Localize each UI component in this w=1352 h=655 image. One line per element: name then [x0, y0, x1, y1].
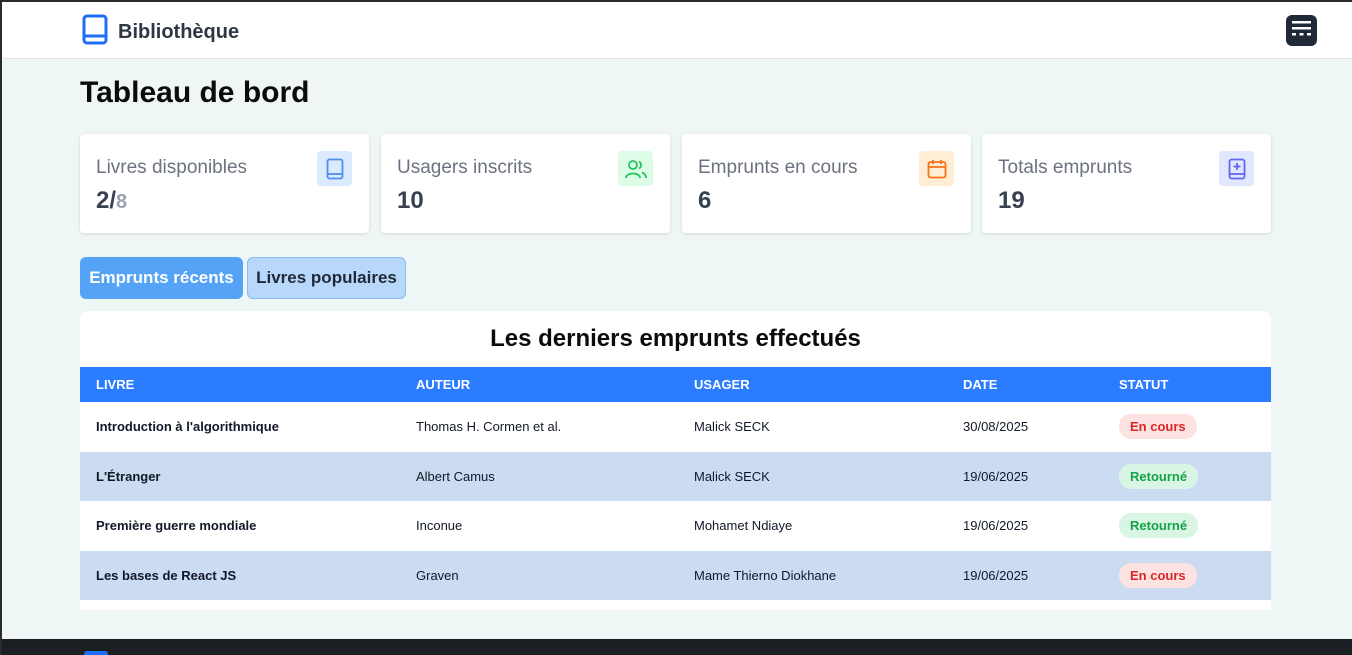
cell-author: Albert Camus [416, 468, 495, 484]
book-icon [84, 651, 108, 655]
cell-user: Malick SECK [694, 468, 770, 484]
stat-card-available-books: Livres disponibles 2/8 [80, 134, 369, 233]
status-badge: En cours [1119, 562, 1197, 588]
brand-title: Bibliothèque [118, 20, 240, 43]
table-header-row: LIVRE AUTEUR USAGER DATE STATUT [80, 367, 1271, 402]
cell-author: Graven [416, 567, 459, 583]
stat-label: Emprunts en cours [698, 157, 858, 178]
tab-recent-loans[interactable]: Emprunts récents [80, 257, 243, 299]
cell-status: En cours [1103, 551, 1271, 601]
status-badge: En cours [1119, 414, 1197, 440]
stat-card-ongoing-loans: Emprunts en cours 6 [682, 134, 971, 233]
cell-status: Retourné [1103, 501, 1271, 551]
cell-book: L'Étranger [96, 468, 161, 484]
calendar-icon [919, 151, 954, 186]
cell-status: En cours [1103, 402, 1271, 452]
cell-user: Mame Thierno Diokhane [694, 567, 837, 583]
users-icon [618, 151, 653, 186]
cell-user: Malick SECK [694, 419, 770, 435]
recent-loans-panel: Les derniers emprunts effectués LIVRE AU… [80, 311, 1271, 610]
book-plus-icon [1219, 151, 1254, 186]
stat-label: Livres disponibles [96, 157, 248, 178]
stat-value: 10 [397, 187, 424, 214]
book-icon [82, 14, 108, 50]
stat-value: 6 [698, 187, 712, 214]
cell-date: 19/06/2025 [963, 567, 1029, 583]
stat-card-total-loans: Totals emprunts 19 [982, 134, 1271, 233]
cell-date: 19/06/2025 [963, 518, 1029, 534]
top-navbar: Bibliothèque [2, 2, 1352, 59]
column-header-book[interactable]: LIVRE [80, 367, 400, 402]
column-header-user[interactable]: USAGER [678, 367, 947, 402]
stat-label: Usagers inscrits [397, 157, 533, 178]
column-header-date[interactable]: DATE [947, 367, 1103, 402]
book-icon [317, 151, 352, 186]
menu-icon [1292, 20, 1311, 41]
cell-status: Retourné [1103, 452, 1271, 502]
panel-title: Les derniers emprunts effectués [490, 325, 861, 352]
table-row[interactable]: Introduction à l'algorithmique Thomas H.… [80, 402, 1271, 452]
stat-label: Totals emprunts [998, 157, 1133, 178]
cell-date: 19/06/2025 [963, 468, 1029, 484]
cell-author: Inconue [416, 518, 463, 534]
cell-book: Les bases de React JS [96, 567, 237, 583]
brand[interactable]: Bibliothèque [82, 14, 239, 50]
menu-button[interactable] [1286, 15, 1317, 46]
table-row[interactable]: L'Étranger Albert Camus Malick SECK 19/0… [80, 451, 1271, 502]
stat-card-registered-users: Usagers inscrits 10 [381, 134, 670, 233]
stat-value: 2/8 [96, 187, 128, 214]
status-badge: Retourné [1119, 463, 1199, 489]
cell-date: 30/08/2025 [963, 419, 1029, 435]
page-title: Tableau de bord [80, 76, 310, 109]
status-badge: Retourné [1119, 513, 1199, 539]
stat-value: 19 [998, 187, 1025, 214]
footer [2, 639, 1352, 655]
column-header-author[interactable]: AUTEUR [400, 367, 678, 402]
cell-book: Première guerre mondiale [96, 518, 257, 534]
table-row[interactable]: Première guerre mondiale Inconue Mohamet… [80, 501, 1271, 551]
table-row[interactable]: Les bases de React JS Graven Mame Thiern… [80, 550, 1271, 601]
recent-loans-table: LIVRE AUTEUR USAGER DATE STATUT Introduc… [80, 367, 1271, 600]
column-header-status[interactable]: STATUT [1103, 367, 1271, 402]
tab-popular-books[interactable]: Livres populaires [247, 257, 406, 299]
cell-author: Thomas H. Cormen et al. [416, 419, 562, 435]
cell-book: Introduction à l'algorithmique [96, 419, 279, 435]
cell-user: Mohamet Ndiaye [694, 518, 793, 534]
